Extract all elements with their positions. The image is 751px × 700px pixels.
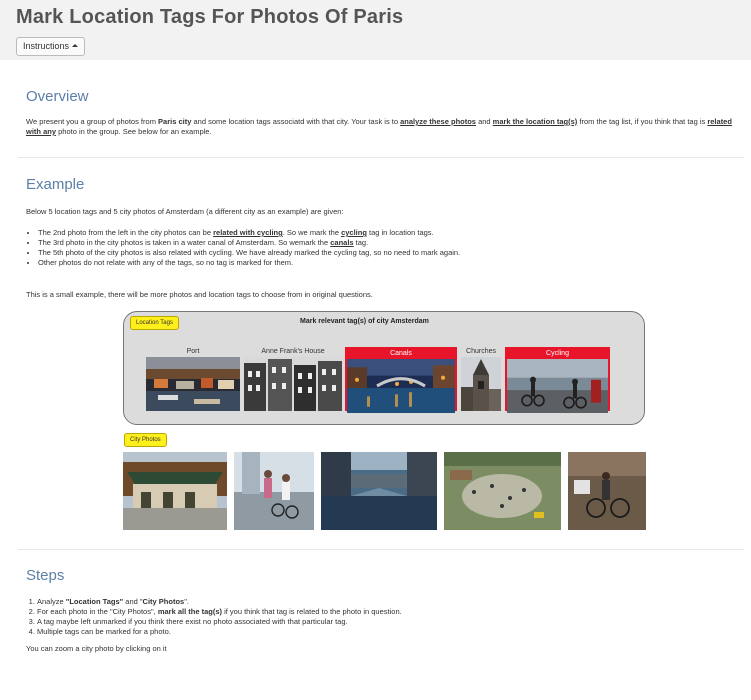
anne-franks-house-photo bbox=[244, 357, 342, 411]
list-item: Analyze "Location Tags" and "City Photos… bbox=[37, 597, 737, 607]
tag-cycling[interactable]: Cycling bbox=[505, 347, 610, 413]
example-heading: Example bbox=[26, 176, 85, 193]
canals-photo bbox=[347, 359, 455, 413]
list-item: Multiple tags can be marked for a photo. bbox=[37, 627, 737, 637]
caret-up-icon bbox=[72, 44, 79, 47]
example-note: This is a small example, there will be m… bbox=[26, 290, 373, 299]
steps-heading: Steps bbox=[26, 567, 65, 584]
city-photo-2[interactable] bbox=[234, 452, 314, 530]
divider bbox=[18, 157, 744, 158]
instructions-toggle-button[interactable]: Instructions bbox=[16, 37, 86, 56]
list-item: The 5th photo of the city photos is also… bbox=[38, 248, 738, 258]
example-intro: Below 5 location tags and 5 city photos … bbox=[26, 207, 344, 216]
zoom-note: You can zoom a city photo by clicking on… bbox=[26, 644, 167, 653]
churches-photo bbox=[461, 357, 501, 411]
overview-heading: Overview bbox=[26, 88, 89, 105]
overview-text: We present you a group of photos from Pa… bbox=[26, 117, 732, 136]
list-item: For each photo in the "City Photos", mar… bbox=[37, 607, 737, 617]
example-bullets: The 2nd photo from the left in the city … bbox=[26, 228, 738, 268]
figure-title: Mark relevant tag(s) of city Amsterdam bbox=[300, 318, 429, 325]
city-photo-4[interactable] bbox=[444, 452, 561, 530]
location-tags-label: Location Tags bbox=[130, 316, 179, 330]
tag-canals[interactable]: Canals bbox=[345, 347, 457, 413]
list-item: Other photos do not relate with any of t… bbox=[38, 258, 738, 268]
cycling-photo bbox=[507, 359, 608, 413]
city-photo-3[interactable] bbox=[321, 452, 437, 530]
instructions-label: Instructions bbox=[23, 41, 70, 51]
tag-port: Port bbox=[146, 347, 240, 411]
tag-anne-franks-house: Anne Frank's House bbox=[244, 347, 342, 411]
list-item: A tag maybe left unmarked if you think t… bbox=[37, 617, 737, 627]
divider bbox=[18, 549, 744, 550]
steps-list: Analyze "Location Tags" and "City Photos… bbox=[26, 597, 737, 637]
city-photo-5[interactable] bbox=[568, 452, 646, 530]
page-header: Mark Location Tags For Photos Of Paris I… bbox=[0, 0, 751, 60]
city-photos-label: City Photos bbox=[124, 433, 167, 447]
tag-churches: Churches bbox=[461, 347, 501, 411]
port-photo bbox=[146, 357, 240, 411]
city-photo-1[interactable] bbox=[123, 452, 227, 530]
page-title: Mark Location Tags For Photos Of Paris bbox=[16, 6, 404, 28]
list-item: The 2nd photo from the left in the city … bbox=[38, 228, 738, 238]
list-item: The 3rd photo in the city photos is take… bbox=[38, 238, 738, 248]
